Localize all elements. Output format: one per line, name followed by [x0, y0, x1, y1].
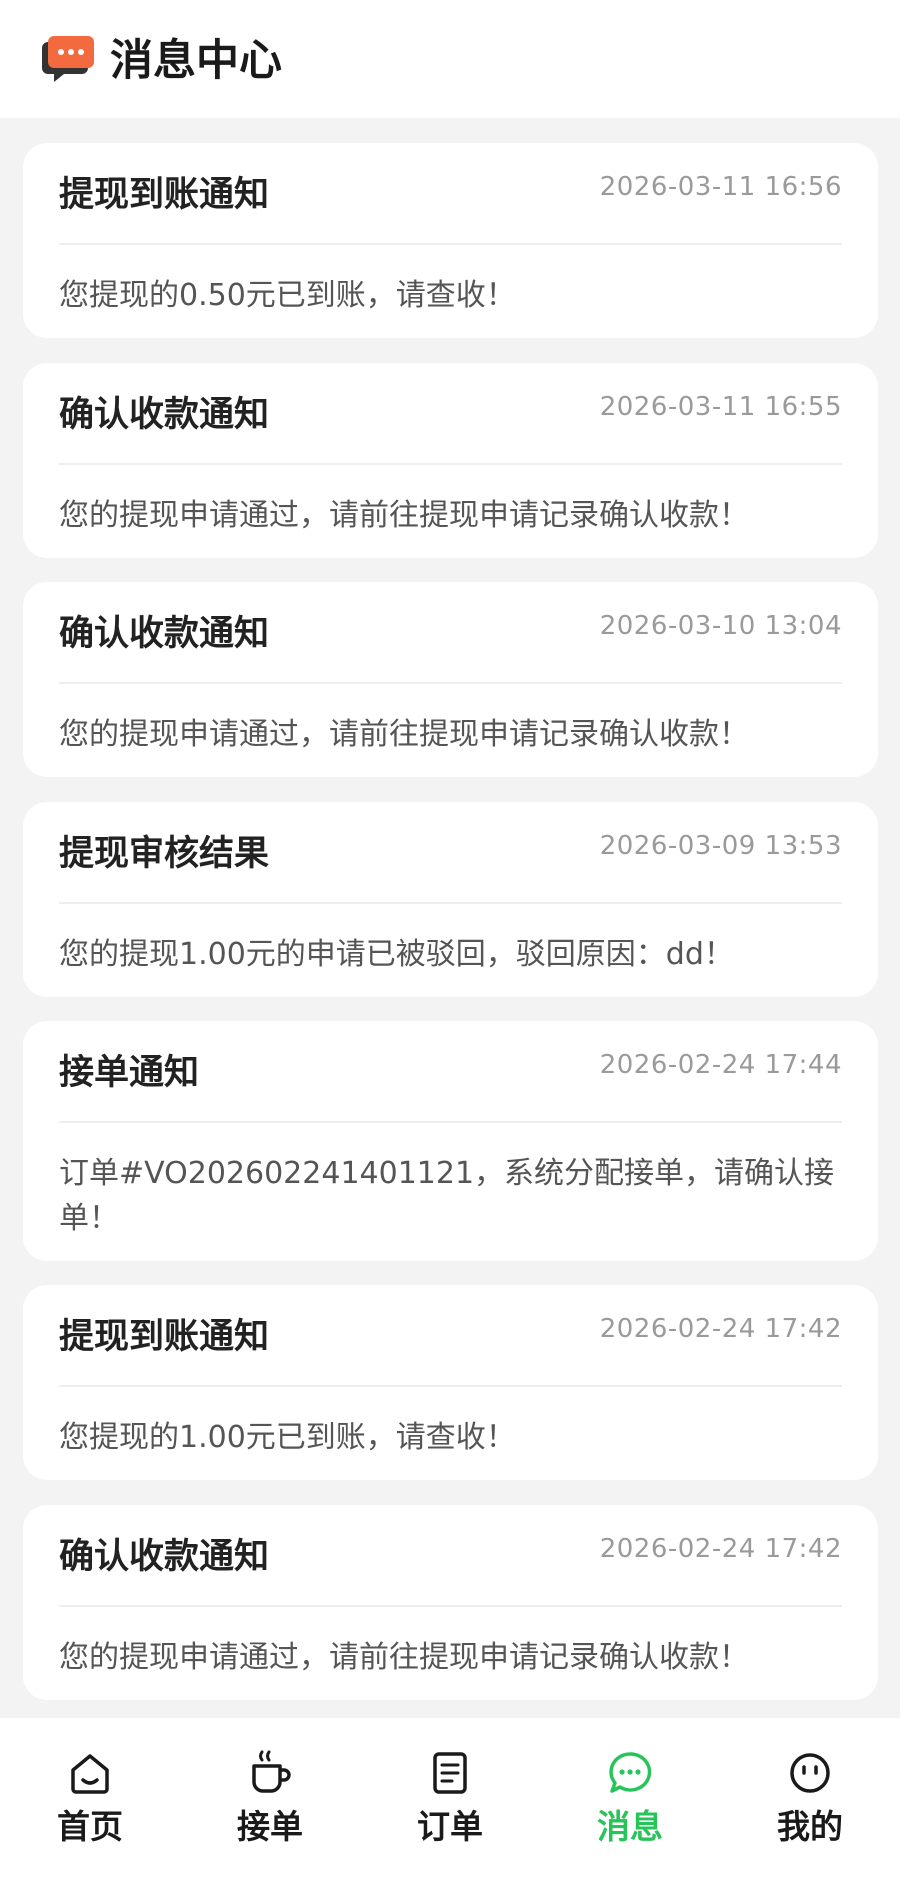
- message-body: 订单#VO202602241401121，系统分配接单，请确认接单！: [59, 1156, 835, 1236]
- message-time: 2026-02-24 17:42: [599, 1314, 842, 1344]
- chat-bubble-icon: [40, 30, 96, 86]
- message-time: 2026-02-24 17:44: [599, 1050, 842, 1080]
- message-title: 确认收款通知: [59, 1537, 270, 1577]
- message-body: 您的提现申请通过，请前往提现申请记录确认收款！: [59, 717, 749, 752]
- divider: [59, 682, 842, 684]
- tab-label: 首页: [57, 1807, 123, 1846]
- divider: [59, 463, 842, 465]
- message-body: 您的提现申请通过，请前往提现申请记录确认收款！: [59, 1640, 749, 1675]
- tab-profile[interactable]: 我的: [720, 1748, 900, 1858]
- divider: [59, 1605, 842, 1607]
- message-body: 您提现的1.00元已到账，请查收！: [59, 1420, 516, 1455]
- message-time: 2026-03-10 13:04: [599, 611, 842, 641]
- tab-label: 消息: [597, 1807, 663, 1846]
- cup-icon: [252, 1750, 291, 1793]
- message-card[interactable]: 提现审核结果 2026-03-09 13:53 您的提现1.00元的申请已被驳回…: [23, 802, 878, 997]
- chat-icon: [609, 1752, 652, 1793]
- message-body: 您提现的0.50元已到账，请查收！: [59, 278, 516, 313]
- message-title: 确认收款通知: [59, 614, 270, 654]
- divider: [59, 243, 842, 245]
- message-time: 2026-02-24 17:42: [599, 1534, 842, 1564]
- bottom-tab-bar: 首页 接单 订单 消息 我的: [0, 1718, 900, 1880]
- message-time: 2026-03-11 16:56: [599, 172, 842, 202]
- message-time: 2026-03-09 13:53: [599, 831, 842, 861]
- message-card[interactable]: 确认收款通知 2026-02-24 17:42 您的提现申请通过，请前往提现申请…: [23, 1505, 878, 1700]
- tab-orders[interactable]: 订单: [360, 1748, 540, 1858]
- message-title: 接单通知: [59, 1053, 200, 1093]
- message-card[interactable]: 确认收款通知 2026-03-10 13:04 您的提现申请通过，请前往提现申请…: [23, 582, 878, 777]
- message-title: 提现审核结果: [59, 834, 270, 874]
- tab-label: 我的: [777, 1807, 843, 1846]
- message-card[interactable]: 提现到账通知 2026-02-24 17:42 您提现的1.00元已到账，请查收…: [23, 1285, 878, 1480]
- message-time: 2026-03-11 16:55: [599, 392, 842, 422]
- smiley-icon: [790, 1753, 830, 1793]
- divider: [59, 1121, 842, 1123]
- tab-home[interactable]: 首页: [0, 1748, 180, 1858]
- message-body: 您的提现申请通过，请前往提现申请记录确认收款！: [59, 498, 749, 533]
- divider: [59, 902, 842, 904]
- message-title: 提现到账通知: [59, 1317, 270, 1357]
- message-card[interactable]: 确认收款通知 2026-03-11 16:55 您的提现申请通过，请前往提现申请…: [23, 363, 878, 558]
- tab-label: 订单: [417, 1807, 483, 1846]
- home-icon: [71, 1754, 109, 1794]
- message-title: 提现到账通知: [59, 175, 270, 215]
- page-title: 消息中心: [110, 36, 282, 86]
- document-icon: [433, 1752, 467, 1794]
- tab-label: 接单: [237, 1807, 303, 1846]
- message-card[interactable]: 提现到账通知 2026-03-11 16:56 您提现的0.50元已到账，请查收…: [23, 143, 878, 338]
- message-title: 确认收款通知: [59, 395, 270, 435]
- tab-orders-take[interactable]: 接单: [180, 1748, 360, 1858]
- message-card[interactable]: 接单通知 2026-02-24 17:44 订单#VO2026022414011…: [23, 1021, 878, 1261]
- message-body: 您的提现1.00元的申请已被驳回，驳回原因：dd！: [59, 937, 734, 972]
- header: 消息中心: [0, 0, 900, 118]
- tab-messages[interactable]: 消息: [540, 1748, 720, 1858]
- divider: [59, 1385, 842, 1387]
